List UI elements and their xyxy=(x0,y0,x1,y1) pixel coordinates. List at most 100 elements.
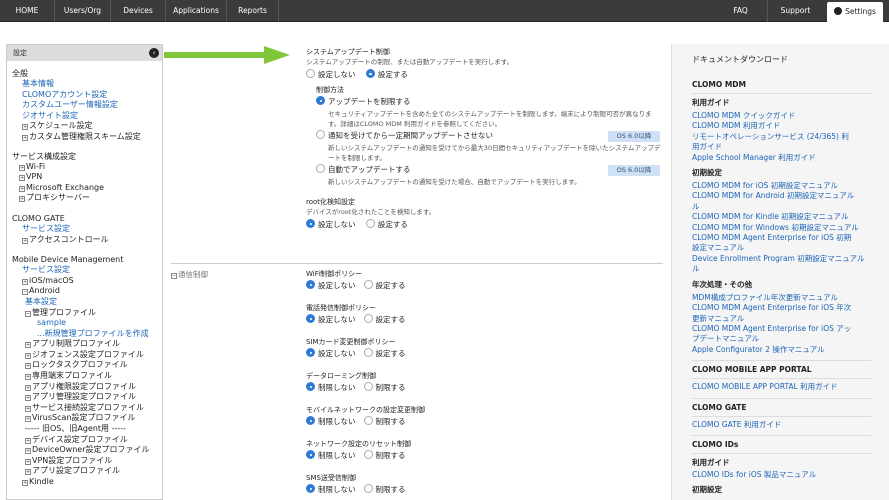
nav-applications[interactable]: Applications xyxy=(166,0,227,22)
sms-on-radio[interactable]: 制限する xyxy=(363,483,406,497)
tree-node[interactable]: + アプリ設定プロファイル xyxy=(25,466,162,477)
tree-link[interactable]: 基本設定 xyxy=(25,297,162,308)
tree-node[interactable]: + VirusScan設定プロファイル xyxy=(25,413,162,424)
tree-node[interactable]: + カスタム管理権限スキーム設定 xyxy=(22,132,162,143)
tree-link[interactable]: カスタムユーザー情報設定 xyxy=(22,100,162,111)
mobile-on-radio[interactable]: 制限する xyxy=(363,415,406,429)
doc-link[interactable]: ル xyxy=(692,202,889,212)
roaming-on-radio[interactable]: 制限する xyxy=(363,381,406,395)
expand-icon[interactable]: + xyxy=(22,480,28,486)
tree-node[interactable]: + Kindle xyxy=(22,477,162,488)
doc-link[interactable]: CLOMO IDs for iOS 製品マニュアル xyxy=(692,470,889,480)
doc-link[interactable]: CLOMO MDM for Windows 初期設定マニュアル xyxy=(692,223,889,233)
root-off-radio[interactable]: 設定しない xyxy=(306,218,356,232)
tree-link[interactable]: サービス設定 xyxy=(22,224,162,235)
expand-icon[interactable]: + xyxy=(22,237,28,244)
doc-link[interactable]: CLOMO MDM for Android 初期設定マニュアル xyxy=(692,191,889,201)
tree-link[interactable]: サービス設定 xyxy=(22,265,162,276)
method-restrict-radio[interactable]: アップデートを制限する xyxy=(316,95,663,109)
doc-link[interactable]: リモートオペレーションサービス (24/365) 利 xyxy=(692,132,889,142)
sms-off-radio[interactable]: 制限しない xyxy=(306,483,356,497)
expand-icon[interactable]: + xyxy=(22,134,28,141)
doc-link[interactable]: MDM構成プロファイル年次更新マニュアル xyxy=(692,293,889,303)
netreset-on-radio[interactable]: 制限する xyxy=(363,449,406,463)
expand-icon[interactable]: + xyxy=(19,175,25,182)
tree-node[interactable]: + 専用端末プロファイル xyxy=(25,371,162,382)
expand-icon[interactable]: + xyxy=(25,437,31,444)
expand-icon[interactable]: + xyxy=(25,384,31,391)
nav-faq[interactable]: FAQ xyxy=(714,0,767,22)
collapse-node-icon[interactable]: − xyxy=(22,289,28,296)
expand-icon[interactable]: + xyxy=(25,363,31,370)
expand-icon[interactable]: + xyxy=(25,416,31,423)
nav-home[interactable]: HOME xyxy=(0,0,55,22)
doc-link[interactable]: CLOMO MDM Agent Enterprise for iOS 年次 xyxy=(692,303,889,313)
expand-icon[interactable]: + xyxy=(22,278,28,285)
wifi-on-radio[interactable]: 設定する xyxy=(363,279,406,293)
tree-node[interactable]: + ジオフェンス設定プロファイル xyxy=(25,350,162,361)
tree-node[interactable]: + デバイス設定プロファイル xyxy=(25,435,162,446)
tree-node[interactable]: + スケジュール設定 xyxy=(22,121,162,132)
doc-link[interactable]: CLOMO MOBILE APP PORTAL 利用ガイド xyxy=(692,382,889,392)
roaming-off-radio[interactable]: 制限しない xyxy=(306,381,356,395)
doc-link[interactable]: CLOMO MDM for iOS 初期設定マニュアル xyxy=(692,181,889,191)
collapse-node-icon[interactable]: − xyxy=(25,310,31,317)
mobile-off-radio[interactable]: 制限しない xyxy=(306,415,356,429)
tree-node[interactable]: + アプリ管理設定プロファイル xyxy=(25,392,162,403)
phone-off-radio[interactable]: 設定しない xyxy=(306,313,356,327)
root-on-radio[interactable]: 設定する xyxy=(365,218,408,232)
phone-on-radio[interactable]: 設定する xyxy=(363,313,406,327)
tree-link[interactable]: 基本情報 xyxy=(22,79,162,90)
collapse-icon[interactable]: ‹ xyxy=(149,48,159,58)
tree-node[interactable]: + アプリ制限プロファイル xyxy=(25,339,162,350)
system-update-on-radio[interactable]: 設定する xyxy=(365,68,408,82)
doc-link[interactable]: CLOMO MDM 利用ガイド xyxy=(692,121,889,131)
nav-support[interactable]: Support xyxy=(767,0,823,22)
doc-link[interactable]: CLOMO GATE 利用ガイド xyxy=(692,420,889,430)
doc-link[interactable]: ル xyxy=(692,264,889,274)
collapse-node-icon[interactable]: − xyxy=(171,273,177,279)
nav-users-org[interactable]: Users/Org xyxy=(55,0,111,22)
netreset-off-radio[interactable]: 制限しない xyxy=(306,449,356,463)
expand-icon[interactable]: + xyxy=(25,374,31,381)
tree-link[interactable]: ...新規管理プロファイルを作成 xyxy=(37,329,162,340)
wifi-off-radio[interactable]: 設定しない xyxy=(306,279,356,293)
expand-icon[interactable]: + xyxy=(19,185,25,192)
tree-node[interactable]: + アプリ権限設定プロファイル xyxy=(25,382,162,393)
doc-link[interactable]: CLOMO MDM for Kindle 初期設定マニュアル xyxy=(692,212,889,222)
expand-icon[interactable]: + xyxy=(19,196,25,203)
expand-icon[interactable]: + xyxy=(19,164,25,171)
nav-devices[interactable]: Devices xyxy=(111,0,166,22)
expand-icon[interactable]: + xyxy=(25,342,31,349)
expand-icon[interactable]: + xyxy=(25,405,31,412)
tree-node[interactable]: − Android xyxy=(22,286,162,297)
doc-link[interactable]: Apple School Manager 利用ガイド xyxy=(692,153,889,163)
doc-link[interactable]: CLOMO MDM Agent Enterprise for iOS アッ xyxy=(692,324,889,334)
expand-icon[interactable]: + xyxy=(25,458,31,465)
tree-node[interactable]: + アクセスコントロール xyxy=(22,235,162,246)
expand-icon[interactable]: + xyxy=(25,352,31,359)
tree-node[interactable]: + VPN xyxy=(19,172,162,183)
nav-reports[interactable]: Reports xyxy=(227,0,279,22)
tree-node[interactable]: + Microsoft Exchange xyxy=(19,183,162,194)
expand-icon[interactable]: + xyxy=(22,124,28,131)
doc-link[interactable]: CLOMO MDM クイックガイド xyxy=(692,111,889,121)
sim-on-radio[interactable]: 設定する xyxy=(363,347,406,361)
tree-node[interactable]: + サービス接続設定プロファイル xyxy=(25,403,162,414)
tree-node[interactable]: + iOS/macOS xyxy=(22,276,162,287)
tree-node[interactable]: + ロックタスクプロファイル xyxy=(25,360,162,371)
doc-link[interactable]: プデートマニュアル xyxy=(692,334,889,344)
doc-link[interactable]: Apple Configurator 2 操作マニュアル xyxy=(692,345,889,355)
doc-link[interactable]: 更新マニュアル xyxy=(692,314,889,324)
tree-node[interactable]: + VPN設定プロファイル xyxy=(25,456,162,467)
doc-link[interactable]: CLOMO MDM Agent Enterprise for iOS 初期 xyxy=(692,233,889,243)
tree-node[interactable]: + プロキシサーバー xyxy=(19,193,162,204)
doc-link[interactable]: 設定マニュアル xyxy=(692,243,889,253)
system-update-off-radio[interactable]: 設定しない xyxy=(306,68,356,82)
comm-control-section-label[interactable]: − 通信制御 xyxy=(171,269,208,280)
tree-node[interactable]: + Wi-Fi xyxy=(19,162,162,173)
sim-off-radio[interactable]: 設定しない xyxy=(306,347,356,361)
expand-icon[interactable]: + xyxy=(25,469,31,476)
expand-icon[interactable]: + xyxy=(25,448,31,455)
tree-link[interactable]: CLOMOアカウント設定 xyxy=(22,90,162,101)
